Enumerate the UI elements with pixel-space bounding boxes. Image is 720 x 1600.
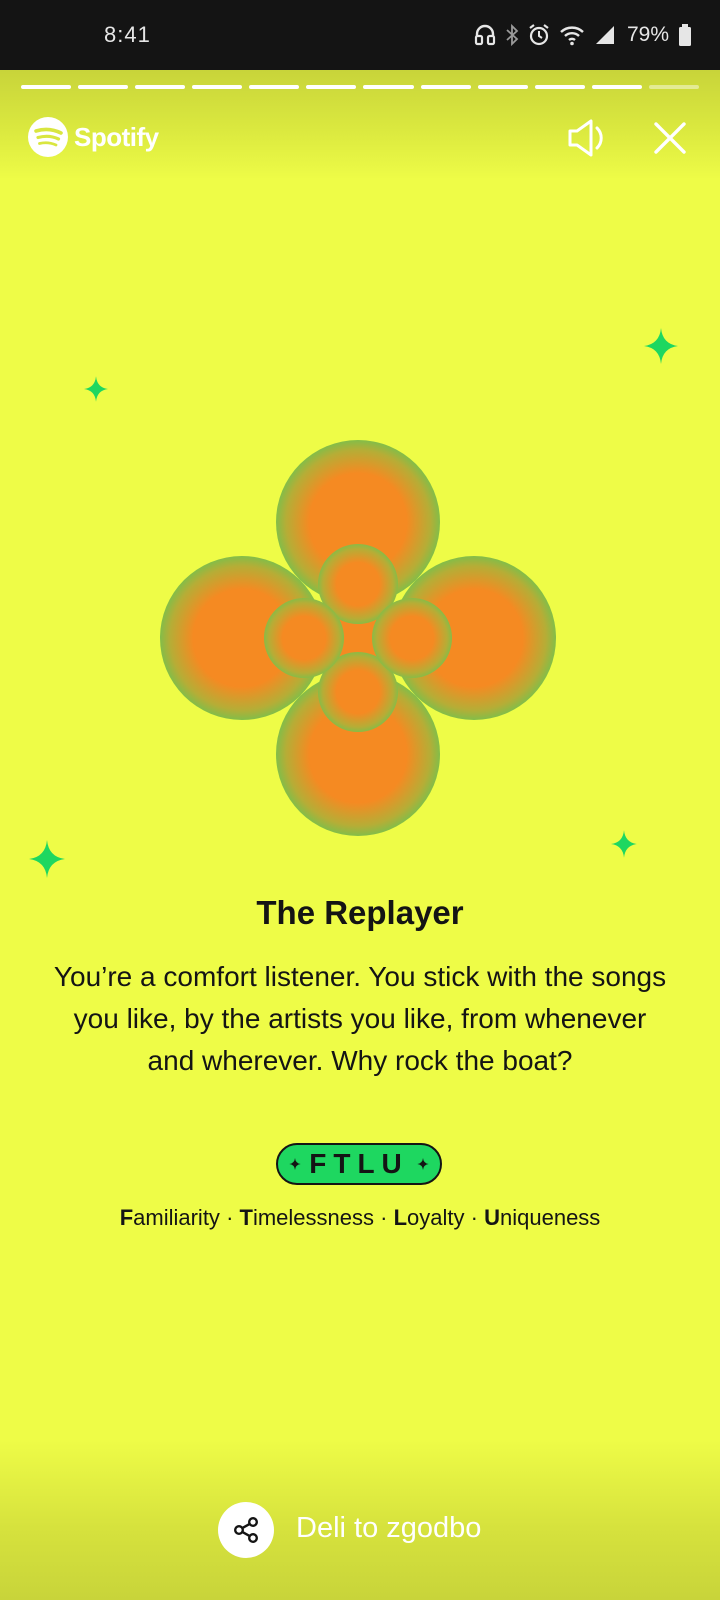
story-progress-bar bbox=[21, 85, 699, 89]
brand-name: Spotify bbox=[74, 121, 159, 152]
sparkle-icon bbox=[644, 328, 678, 364]
trait-separator: · bbox=[226, 1205, 234, 1230]
progress-segment bbox=[591, 85, 642, 89]
progress-segment bbox=[420, 85, 471, 89]
status-icons: 79% bbox=[474, 20, 692, 50]
trait: Timelessness bbox=[239, 1205, 375, 1230]
close-button[interactable] bbox=[650, 118, 690, 158]
signal-icon bbox=[595, 26, 614, 44]
flower-illustration bbox=[160, 440, 556, 836]
progress-segment bbox=[192, 85, 243, 89]
flower-inner-petal bbox=[372, 598, 452, 678]
speaker-muted-icon bbox=[568, 119, 603, 157]
trait-separator: · bbox=[470, 1205, 478, 1230]
bluetooth-icon bbox=[506, 23, 519, 47]
trait: Uniqueness bbox=[484, 1205, 601, 1230]
progress-segment bbox=[648, 85, 699, 89]
progress-segment bbox=[21, 85, 72, 89]
flower-inner-petal bbox=[264, 598, 344, 678]
personality-description: You’re a comfort listener. You stick wit… bbox=[53, 961, 667, 1076]
sparkle-icon bbox=[611, 830, 637, 858]
close-icon bbox=[654, 122, 686, 154]
trait: Familiarity bbox=[119, 1205, 220, 1230]
progress-segment bbox=[534, 85, 585, 89]
progress-segment bbox=[363, 85, 414, 89]
wifi-icon bbox=[560, 26, 584, 46]
sparkle-icon bbox=[84, 376, 108, 402]
progress-segment bbox=[135, 85, 186, 89]
personality-code-badge: FTLU bbox=[276, 1143, 442, 1185]
trait: Loyalty bbox=[393, 1205, 465, 1230]
trait-separator: · bbox=[380, 1205, 388, 1230]
spotify-logo: Spotify bbox=[28, 117, 159, 157]
sparkle-icon bbox=[417, 1158, 429, 1170]
sparkle-icon bbox=[289, 1158, 301, 1170]
personality-code: FTLU bbox=[309, 1148, 409, 1179]
status-bar: 8:41 79% bbox=[0, 0, 720, 70]
headset-icon bbox=[474, 24, 496, 46]
share-icon bbox=[233, 1517, 259, 1544]
share-label[interactable]: Deli to zgodbo bbox=[296, 1512, 481, 1545]
status-time: 8:41 bbox=[104, 22, 151, 47]
spotify-logo-icon bbox=[28, 117, 68, 157]
progress-segment bbox=[78, 85, 129, 89]
battery-icon bbox=[679, 24, 691, 46]
share-button[interactable] bbox=[218, 1502, 274, 1558]
alarm-icon bbox=[529, 24, 549, 46]
mute-button[interactable] bbox=[565, 115, 611, 161]
progress-segment bbox=[249, 85, 300, 89]
personality-title: The Replayer bbox=[256, 894, 464, 931]
progress-segment bbox=[477, 85, 528, 89]
sparkle-icon bbox=[29, 840, 65, 878]
progress-segment bbox=[306, 85, 357, 89]
battery-percent: 79% bbox=[626, 23, 669, 46]
personality-traits: Familiarity · Timelessness · Loyalty · U… bbox=[0, 1205, 720, 1231]
